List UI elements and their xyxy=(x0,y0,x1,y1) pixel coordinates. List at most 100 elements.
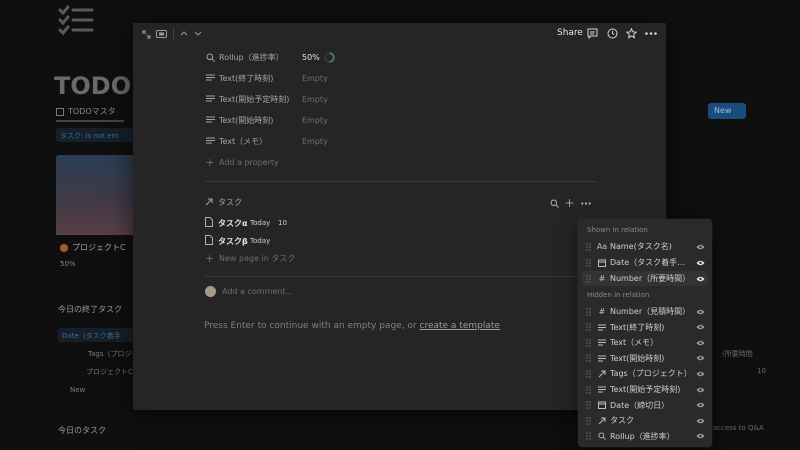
bg-right-value: 10 xyxy=(757,367,766,375)
text-lines-icon xyxy=(597,324,607,331)
drag-handle-icon[interactable] xyxy=(586,401,594,409)
property-name: Rollup（進捗率） xyxy=(219,52,284,62)
drag-handle-icon[interactable] xyxy=(586,323,594,331)
favorite-star-icon[interactable] xyxy=(625,27,637,39)
eye-icon[interactable] xyxy=(692,324,708,330)
history-icon[interactable] xyxy=(606,27,618,39)
drag-handle-icon[interactable] xyxy=(586,242,594,251)
menu-item-hidden-property[interactable]: Tags（プロジェクト） xyxy=(582,366,708,381)
section-today-tasks[interactable]: 今日のタスク xyxy=(58,425,106,436)
eye-icon[interactable] xyxy=(692,340,708,346)
comment-icon[interactable] xyxy=(586,27,598,39)
menu-item-hidden-property[interactable]: Rollup（進捗率） xyxy=(582,429,708,444)
drag-handle-icon[interactable] xyxy=(586,354,594,363)
hidden-heading: Hidden in relation xyxy=(587,291,650,299)
number-icon: # xyxy=(598,274,606,283)
menu-item-label: Name(タスク名) xyxy=(610,242,672,251)
menu-item-hidden-property[interactable]: # Number（見積時間） xyxy=(582,304,708,319)
menu-item-hidden-property[interactable]: Text(開始予定時刻) xyxy=(582,382,708,397)
relation-item-name: タスクα xyxy=(218,218,248,228)
project-row[interactable]: プロジェクトC xyxy=(86,367,133,377)
eye-icon[interactable] xyxy=(692,309,708,315)
menu-item-hidden-property[interactable]: Text(終了時刻) xyxy=(582,320,708,335)
menu-item-hidden-property[interactable]: Text(開始時刻) xyxy=(582,351,708,366)
section-date-link[interactable]: Date（タスク着手 xyxy=(58,328,138,342)
gallery-card-title[interactable]: プロジェクトC xyxy=(60,242,126,253)
text-lines-icon xyxy=(205,94,215,104)
relation-item[interactable]: タスクβ Today xyxy=(205,234,278,248)
arrow-up-right-icon xyxy=(597,370,607,378)
eye-icon[interactable] xyxy=(692,244,708,250)
relation-item[interactable]: タスクα Today 10 xyxy=(205,216,287,230)
property-row-text-planned-start[interactable]: Text(開始予定時刻) Empty xyxy=(205,91,328,107)
page-icon xyxy=(205,217,213,229)
eye-icon[interactable] xyxy=(692,433,708,439)
eye-icon[interactable] xyxy=(692,371,708,377)
drag-handle-icon[interactable] xyxy=(586,385,594,394)
bg-new-row[interactable]: New xyxy=(70,386,85,394)
peek-mode-icon[interactable] xyxy=(155,29,167,39)
chevron-up-icon[interactable] xyxy=(179,28,189,39)
eye-icon[interactable] xyxy=(692,402,708,408)
menu-item-date-start[interactable]: Date（タスク着手日） xyxy=(582,255,708,270)
drag-handle-icon[interactable] xyxy=(586,307,594,316)
eye-icon[interactable] xyxy=(692,418,708,424)
menu-item-hidden-property[interactable]: Text（メモ） xyxy=(582,335,708,350)
property-row-text-memo[interactable]: Text（メモ） Empty xyxy=(205,133,328,149)
property-row-text-start-time[interactable]: Text(開始時刻) Empty xyxy=(205,112,328,128)
text-lines-icon xyxy=(205,73,215,83)
more-options-icon[interactable] xyxy=(644,27,658,39)
drag-handle-icon[interactable] xyxy=(586,432,594,441)
drag-handle-icon[interactable] xyxy=(586,338,594,347)
section-today-finished[interactable]: 今日の終了タスク xyxy=(58,304,122,315)
relation-property-visibility-menu: Shown in relation Aa Name(タスク名) Date（タスク… xyxy=(578,219,712,447)
bg-qa-text[interactable]: t access to Q&A xyxy=(708,424,764,432)
modal-topbar: Share xyxy=(133,23,666,45)
relation-search-icon[interactable] xyxy=(549,198,559,208)
property-row-text-end-time[interactable]: Text(終了時刻) Empty xyxy=(205,70,328,86)
drag-handle-icon[interactable] xyxy=(586,274,594,283)
menu-item-name[interactable]: Aa Name(タスク名) xyxy=(582,239,708,254)
add-property-label: Add a property xyxy=(219,157,279,167)
search-icon xyxy=(205,52,215,62)
relation-add-icon[interactable]: + xyxy=(564,196,575,210)
eye-icon[interactable] xyxy=(692,260,708,266)
create-template-link[interactable]: create a template xyxy=(420,321,500,331)
comment-input[interactable]: Add a comment... xyxy=(205,286,293,297)
property-value: Empty xyxy=(302,115,328,125)
card-title-label: プロジェクトC xyxy=(72,243,126,252)
calendar-icon xyxy=(597,259,607,267)
progress-ring-icon xyxy=(324,51,335,63)
search-icon xyxy=(597,432,607,441)
drag-handle-icon[interactable] xyxy=(586,416,594,425)
chevron-down-icon[interactable] xyxy=(193,28,203,39)
property-row-rollup[interactable]: Rollup（進捗率） 50% xyxy=(205,49,335,65)
tab-todo-master[interactable]: TODOマスタ xyxy=(56,106,116,117)
menu-item-label: Number（所要時間） xyxy=(610,274,691,283)
tab-underline xyxy=(56,120,124,122)
relation-more-icon[interactable] xyxy=(580,201,592,205)
relation-header[interactable]: タスク xyxy=(205,197,242,208)
new-page-in-relation-button[interactable]: + New page in タスク xyxy=(205,251,295,265)
text-lines-icon xyxy=(205,115,215,125)
expand-icon[interactable] xyxy=(141,29,151,39)
empty-page-hint: Press Enter to continue with an empty pa… xyxy=(204,321,500,331)
new-page-label: New page in タスク xyxy=(219,253,296,263)
gallery-card-cover[interactable] xyxy=(56,155,136,235)
menu-item-hidden-property[interactable]: Date（締切日） xyxy=(582,398,708,413)
menu-item-number-duration[interactable]: # Number（所要時間） xyxy=(582,271,708,286)
empty-page-hint-text: Press Enter to continue with an empty pa… xyxy=(204,321,420,331)
share-button[interactable]: Share xyxy=(557,28,583,38)
table-icon xyxy=(56,107,64,116)
drag-handle-icon[interactable] xyxy=(586,370,594,378)
page-icon xyxy=(205,235,213,247)
eye-icon[interactable] xyxy=(692,387,708,393)
property-value: Empty xyxy=(302,136,328,146)
new-button[interactable]: New xyxy=(708,103,746,119)
filter-chip[interactable]: タスク: Is not em xyxy=(56,128,136,142)
menu-item-hidden-property[interactable]: タスク xyxy=(582,413,708,428)
add-property-button[interactable]: + Add a property xyxy=(205,154,279,170)
drag-handle-icon[interactable] xyxy=(586,258,594,267)
eye-icon[interactable] xyxy=(692,355,708,361)
eye-icon[interactable] xyxy=(692,276,708,282)
